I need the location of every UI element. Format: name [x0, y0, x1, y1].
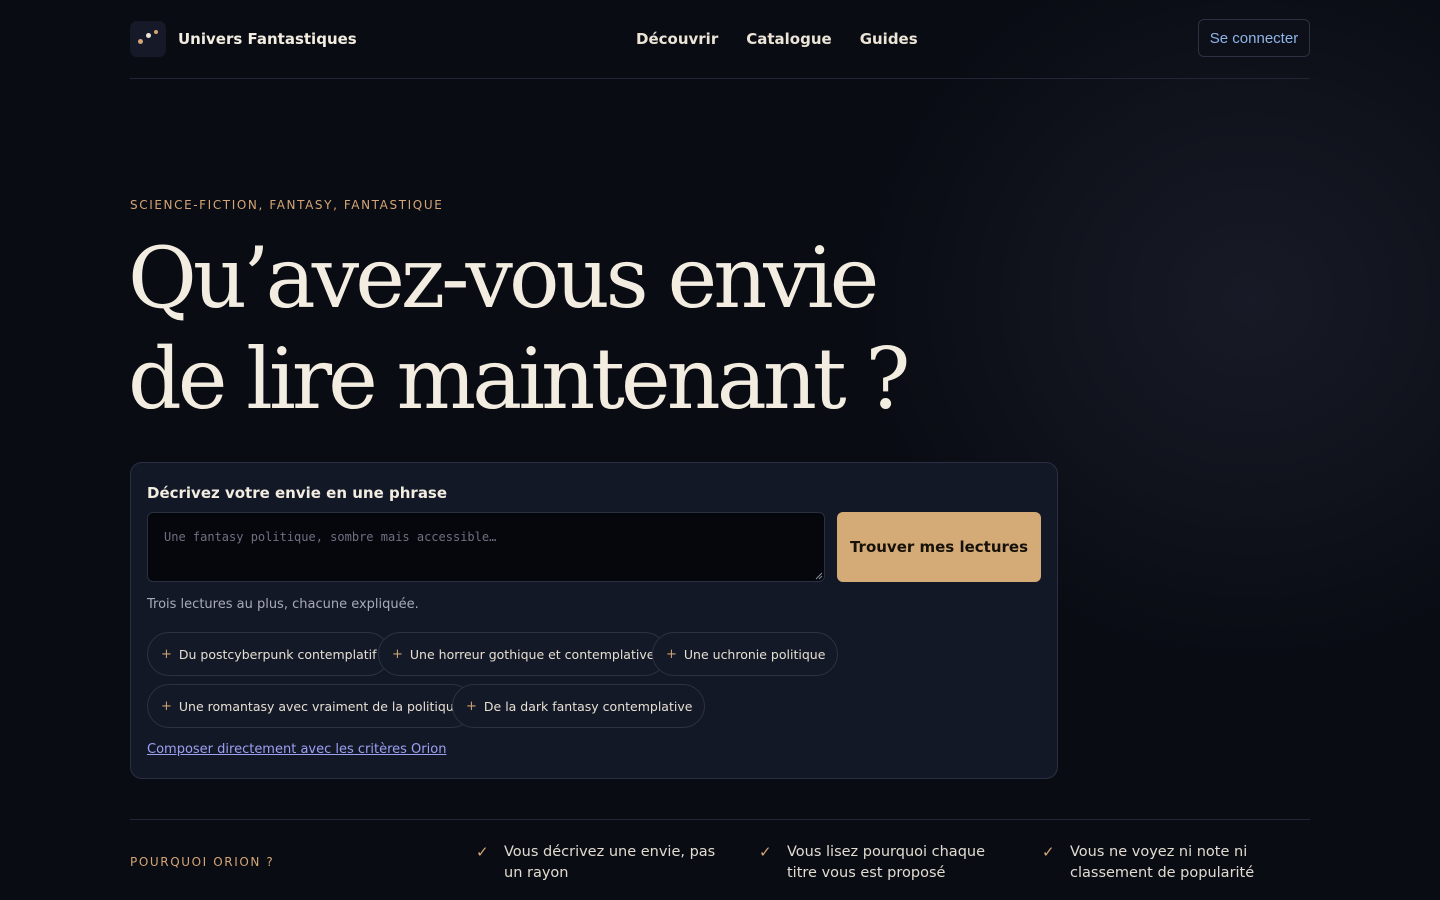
plus-icon: +	[466, 698, 477, 714]
check-icon: ✓	[1042, 843, 1055, 861]
suggestion-chip[interactable]: + Du postcyberpunk contemplatif	[147, 632, 390, 676]
hero-eyebrow: SCIENCE-FICTION, FANTASY, FANTASTIQUE	[130, 198, 444, 212]
check-icon: ✓	[476, 843, 489, 861]
orion-criteria-link[interactable]: Composer directement avec les critères O…	[147, 742, 446, 757]
suggestion-chip-label: Une horreur gothique et contemplative	[409, 646, 655, 662]
plus-icon: +	[392, 646, 403, 662]
suggestion-chip-label: Une uchronie politique	[683, 646, 826, 662]
logo-dot-small	[154, 30, 158, 34]
hero-title-line-1: Qu’avez-vous envie	[128, 229, 879, 327]
plus-icon: +	[666, 646, 677, 662]
search-label: Décrivez votre envie en une phrase	[147, 484, 448, 502]
hero-title-line-2: de lire maintenant ?	[128, 330, 910, 428]
feature-item: ✓ Vous ne voyez ni note ni classement de…	[1042, 842, 1310, 884]
suggestion-chip-label: De la dark fantasy contemplative	[483, 698, 693, 714]
helper-text: Trois lectures au plus, chacune expliqué…	[147, 597, 419, 612]
feature-text: Vous lisez pourquoi chaque titre vous es…	[787, 844, 986, 881]
hero-title: Qu’avez-vous envie de lire maintenant ?	[128, 228, 910, 430]
plus-icon: +	[161, 698, 172, 714]
brand-name[interactable]: Univers Fantastiques	[178, 30, 357, 48]
suggestion-chip[interactable]: + De la dark fantasy contemplative	[452, 684, 706, 728]
top-bar: Univers Fantastiques Découvrir Catalogue…	[130, 0, 1310, 79]
main-nav: Découvrir Catalogue Guides	[636, 30, 918, 48]
suggestion-chip[interactable]: + Une horreur gothique et contemplative	[378, 632, 668, 676]
feature-text: Vous décrivez une envie, pas un rayon	[504, 844, 716, 881]
suggestion-chip[interactable]: + Une uchronie politique	[652, 632, 839, 676]
feature-text: Vous ne voyez ni note ni classement de p…	[1070, 844, 1255, 881]
why-orion-label: POURQUOI ORION ?	[130, 855, 275, 869]
suggestion-chip[interactable]: + Une romantasy avec vraiment de la poli…	[147, 684, 475, 728]
login-button[interactable]: Se connecter	[1198, 19, 1310, 57]
search-card: Décrivez votre envie en une phrase Trouv…	[130, 462, 1058, 779]
query-input[interactable]	[147, 512, 825, 582]
suggestion-chip-label: Une romantasy avec vraiment de la politi…	[178, 698, 462, 714]
feature-item: ✓ Vous décrivez une envie, pas un rayon	[476, 842, 726, 884]
suggestion-chip-label: Du postcyberpunk contemplatif	[178, 646, 377, 662]
logo-dot-medium	[146, 33, 151, 38]
nav-link-guides[interactable]: Guides	[860, 30, 918, 48]
section-divider	[130, 819, 1310, 820]
check-icon: ✓	[759, 843, 772, 861]
find-reads-button[interactable]: Trouver mes lectures	[837, 512, 1041, 582]
plus-icon: +	[161, 646, 172, 662]
nav-link-catalogue[interactable]: Catalogue	[746, 30, 831, 48]
feature-item: ✓ Vous lisez pourquoi chaque titre vous …	[759, 842, 1009, 884]
nav-link-decouvrir[interactable]: Découvrir	[636, 30, 718, 48]
logo-icon[interactable]	[130, 21, 166, 57]
logo-dot-large	[138, 39, 143, 44]
